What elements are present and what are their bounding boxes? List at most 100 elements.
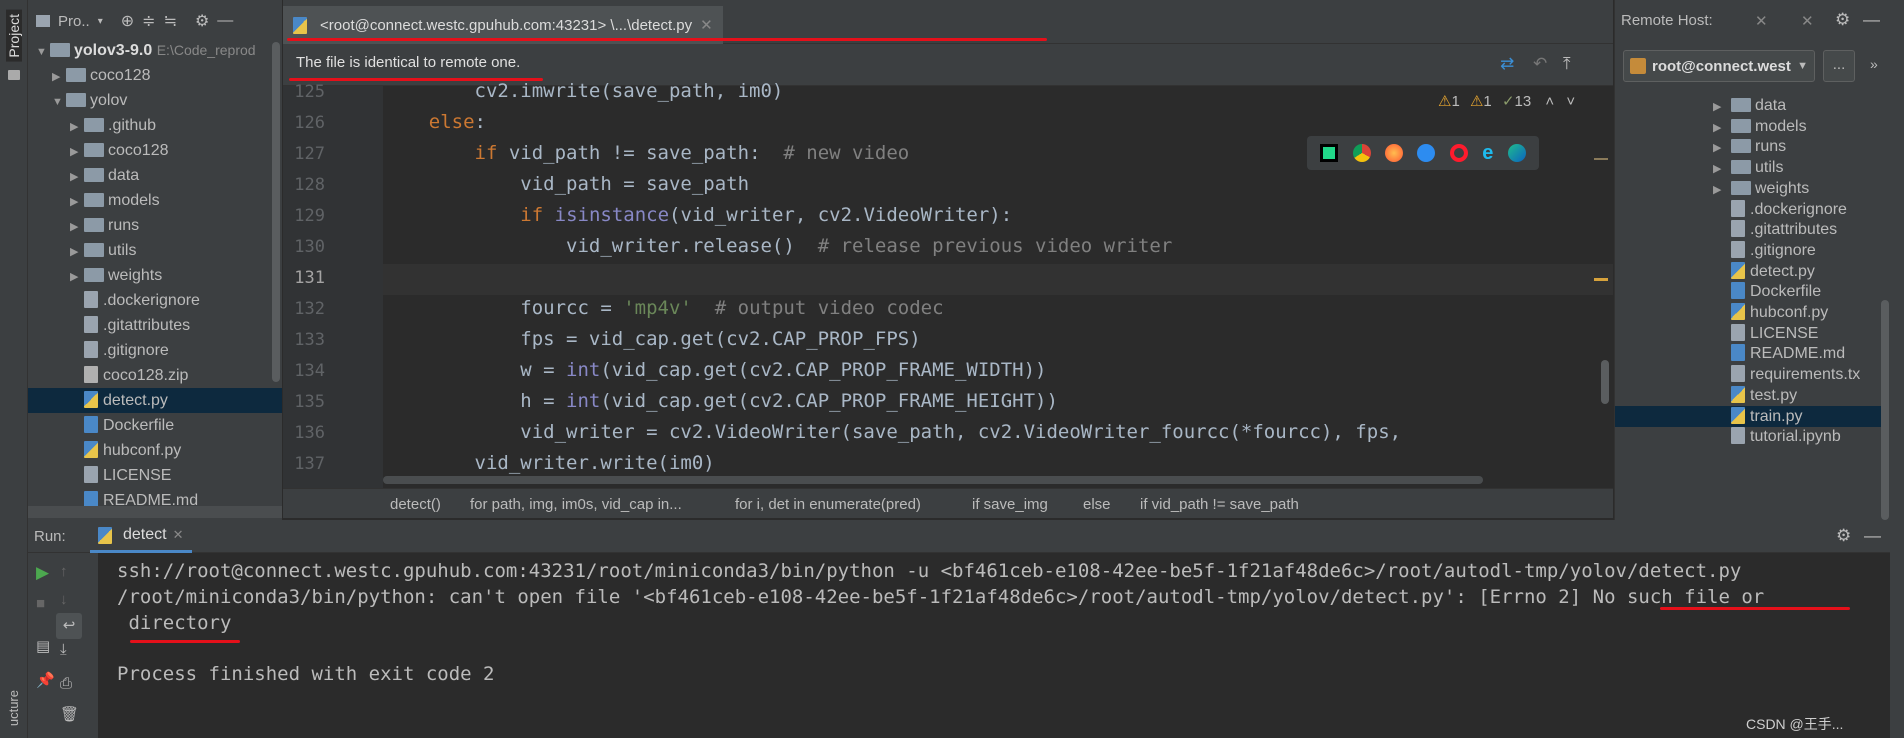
project-folder[interactable]: ▼ yolov (28, 88, 282, 113)
chevron-down-icon[interactable]: ▼ (52, 90, 66, 115)
remote-file[interactable]: .dockerignore (1615, 199, 1881, 220)
line-number[interactable]: 129 (283, 206, 325, 226)
remote-folder[interactable]: ▶ utils (1615, 157, 1881, 178)
close-icon[interactable]: ✕ (1801, 12, 1814, 30)
remote-file[interactable]: Dockerfile (1615, 281, 1881, 302)
project-folder[interactable]: ▶ coco128 (28, 138, 282, 163)
project-file[interactable]: coco128.zip (28, 363, 282, 388)
host-selector[interactable]: root@connect.west ▼ (1623, 50, 1815, 82)
project-folder[interactable]: ▶ utils (28, 238, 282, 263)
line-number[interactable]: 128 (283, 175, 325, 195)
minimize-icon[interactable]: — (1863, 10, 1880, 30)
project-folder[interactable]: ▶ .github (28, 113, 282, 138)
compare-icon[interactable]: ⇄ (1500, 54, 1514, 74)
gear-icon[interactable]: ⚙ (1835, 10, 1850, 30)
remote-folder[interactable]: ▶ runs (1615, 136, 1881, 157)
remote-file[interactable]: hubconf.py (1615, 302, 1881, 323)
pin-icon[interactable]: 📌 (36, 671, 55, 689)
chevron-up-icon[interactable]: ˄ (1545, 93, 1554, 110)
firefox-icon[interactable] (1385, 144, 1404, 162)
chevron-down-icon[interactable]: ▾ (98, 16, 103, 27)
remote-file[interactable]: requirements.tx (1615, 364, 1881, 385)
close-icon[interactable]: ✕ (173, 527, 184, 543)
code-line-127[interactable]: if vid_path != save_path: # new video (383, 142, 910, 164)
chevron-right-icon[interactable]: ▶ (70, 265, 84, 290)
remote-file[interactable]: tutorial.ipynb (1615, 426, 1881, 447)
code-line-137[interactable]: vid_writer.write(im0) (383, 452, 715, 474)
line-number[interactable]: 133 (283, 330, 325, 350)
line-number[interactable]: 125 (283, 82, 325, 102)
project-file[interactable]: LICENSE (28, 463, 282, 488)
chevron-down-icon[interactable]: ▼ (36, 40, 50, 65)
project-folder[interactable]: ▶ models (28, 188, 282, 213)
remote-folder[interactable]: ▶ data (1615, 95, 1881, 116)
remote-file[interactable]: .gitattributes (1615, 219, 1881, 240)
line-number[interactable]: 136 (283, 423, 325, 443)
breadcrumb-item[interactable]: for path, img, im0s, vid_cap in... (470, 496, 682, 513)
chevron-right-icon[interactable]: ▶ (52, 65, 66, 90)
remote-file[interactable]: .gitignore (1615, 240, 1881, 261)
code-line-135[interactable]: h = int(vid_cap.get(cv2.CAP_PROP_FRAME_H… (383, 390, 1058, 412)
chevron-right-icon[interactable]: ▶ (70, 240, 84, 265)
pycharm-icon[interactable] (1320, 144, 1339, 162)
line-number[interactable]: 135 (283, 392, 325, 412)
remote-file[interactable]: detect.py (1615, 261, 1881, 282)
project-view-selector[interactable]: Pro.. (58, 13, 90, 30)
structure-tool-tab[interactable]: ucture (6, 690, 21, 726)
close-icon[interactable]: ✕ (700, 16, 713, 34)
line-number[interactable]: 132 (283, 299, 325, 319)
project-folder[interactable]: ▶ coco128 (28, 63, 282, 88)
opera-icon[interactable] (1449, 144, 1468, 162)
trash-icon[interactable]: 🗑 (60, 705, 79, 723)
project-file[interactable]: .gitignore (28, 338, 282, 363)
code-line-132[interactable]: fourcc = 'mp4v' # output video codec (383, 297, 943, 319)
line-number[interactable]: 127 (283, 144, 325, 164)
line-number[interactable]: 126 (283, 113, 325, 133)
chevron-right-icon[interactable]: ▶ (70, 190, 84, 215)
line-number[interactable]: 134 (283, 361, 325, 381)
chevron-right-icon[interactable]: ▶ (70, 215, 84, 240)
code-line-126[interactable]: else: (383, 111, 486, 133)
gear-icon[interactable]: ⚙ (195, 11, 209, 31)
vertical-scrollbar[interactable] (1601, 360, 1609, 404)
arrow-down-icon[interactable]: ↓ (60, 591, 68, 608)
breadcrumb-item[interactable]: else (1083, 496, 1111, 513)
project-tool-tab[interactable]: Project (6, 10, 22, 62)
code-line-133[interactable]: fps = vid_cap.get(cv2.CAP_PROP_FPS) (383, 328, 920, 350)
remote-file[interactable]: README.md (1615, 343, 1881, 364)
chevron-right-icon[interactable]: ▶ (70, 165, 84, 190)
project-file[interactable]: Dockerfile (28, 413, 282, 438)
upload-icon[interactable]: ⤒ (1563, 54, 1571, 74)
project-root[interactable]: ▼ yolov3-9.0 E:\Code_reprod (28, 38, 282, 63)
collapse-all-icon[interactable]: ≒ (164, 11, 177, 31)
rerun-icon[interactable]: ▶ (36, 563, 49, 583)
print-icon[interactable]: ⎙ (60, 675, 72, 692)
breadcrumb-item[interactable]: if save_img (972, 496, 1048, 513)
line-number[interactable]: 137 (283, 454, 325, 474)
horizontal-scrollbar[interactable] (383, 476, 1483, 484)
more-button[interactable]: ... (1823, 50, 1855, 82)
code-line-136[interactable]: vid_writer = cv2.VideoWriter(save_path, … (383, 421, 1401, 443)
tab-detect[interactable]: detect ✕ (90, 520, 192, 553)
code-line-125[interactable]: cv2.imwrite(save_path, im0) (383, 80, 784, 102)
edge-icon[interactable] (1507, 144, 1526, 162)
remote-file[interactable]: LICENSE (1615, 323, 1881, 344)
vertical-scrollbar[interactable] (272, 42, 280, 382)
project-folder[interactable]: ▶ data (28, 163, 282, 188)
horizontal-scrollbar[interactable] (28, 506, 282, 518)
code-line-130[interactable]: vid_writer.release() # release previous … (383, 235, 1172, 257)
scroll-to-end-icon[interactable]: ⤓ (60, 641, 67, 658)
safari-icon[interactable] (1417, 144, 1436, 162)
project-file[interactable]: detect.py (28, 388, 282, 413)
inspection-widget[interactable]: ⚠1 ⚠1 ✓13 ˄ ˅ (1438, 92, 1575, 110)
project-file[interactable]: .gitattributes (28, 313, 282, 338)
remote-folder[interactable]: ▶ models (1615, 116, 1881, 137)
remote-file[interactable]: test.py (1615, 385, 1881, 406)
code-line-134[interactable]: w = int(vid_cap.get(cv2.CAP_PROP_FRAME_W… (383, 359, 1046, 381)
stop-icon[interactable]: ■ (36, 595, 45, 612)
project-folder[interactable]: ▶ weights (28, 263, 282, 288)
breadcrumb-item[interactable]: for i, det in enumerate(pred) (735, 496, 921, 513)
line-number[interactable]: 131 (283, 268, 325, 288)
code-line-129[interactable]: if isinstance(vid_writer, cv2.VideoWrite… (383, 204, 1012, 226)
breadcrumb-item[interactable]: detect() (390, 496, 441, 513)
